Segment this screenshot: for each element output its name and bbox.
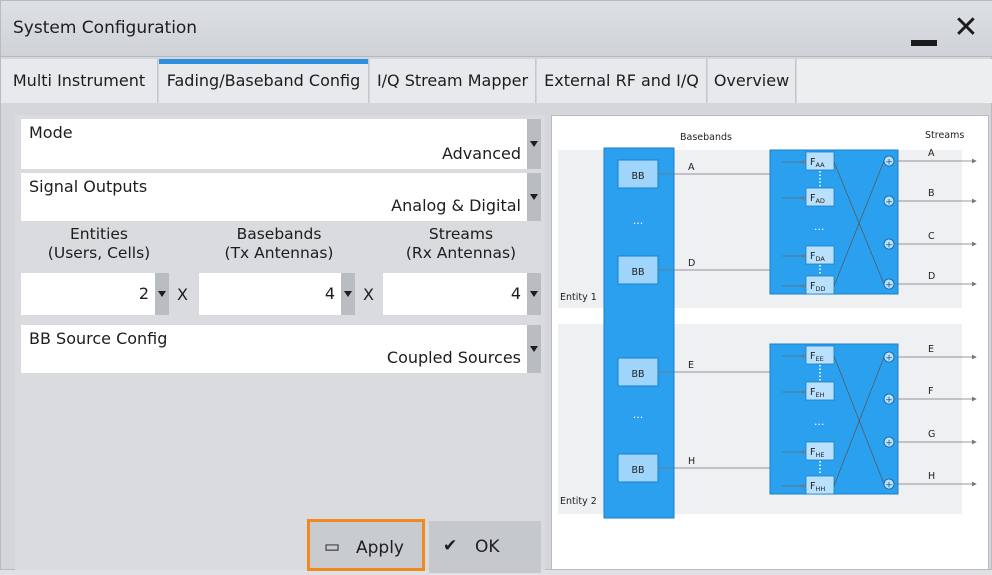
baseband-block-h-label: BB xyxy=(631,465,644,476)
minimize-button[interactable] xyxy=(907,13,941,47)
entity2-baseband-ellipsis: ... xyxy=(633,408,644,421)
entities-value: 2 xyxy=(138,284,149,303)
tab-iq-stream-mapper[interactable]: I/Q Stream Mapper xyxy=(370,59,536,103)
close-button[interactable]: ✕ xyxy=(949,11,983,45)
streams-sublabel: (Rx Antennas) xyxy=(405,244,517,262)
signal-outputs-select[interactable]: Signal Outputs Analog & Digital xyxy=(21,173,527,221)
entity1-stream-label-c: C xyxy=(928,231,935,242)
basebands-label: Basebands xyxy=(236,225,322,243)
entities-dropdown-button[interactable] xyxy=(155,273,169,315)
tab-bar-filler xyxy=(797,59,992,103)
mode-label: Mode xyxy=(29,123,73,142)
entity1-label: Entity 1 xyxy=(560,292,597,303)
streams-label: Streams xyxy=(428,225,494,243)
entity2-bb-label-e: E xyxy=(688,360,694,371)
entity1-stream-label-a: A xyxy=(928,148,935,159)
entity2-summer-sign-g: + xyxy=(885,439,893,449)
bb-source-config-select[interactable]: BB Source Config Coupled Sources xyxy=(21,325,527,373)
entity1-summer-sign-b: + xyxy=(885,198,893,208)
entity1-bb-label-a: A xyxy=(688,162,695,173)
mode-select[interactable]: Mode Advanced xyxy=(21,119,527,169)
entity2-fader-ellipsis: ... xyxy=(814,415,825,428)
tab-multi-instrument[interactable]: Multi Instrument xyxy=(1,59,158,103)
entities-label: Entities xyxy=(70,225,128,243)
streams-dropdown-button[interactable] xyxy=(527,273,541,315)
entities-field[interactable]: 2 xyxy=(21,273,155,315)
system-configuration-dialog: System Configuration ✕ Multi Instrument … xyxy=(0,0,992,573)
entity2-summer-sign-h: + xyxy=(885,481,893,491)
basebands-header-label: Basebands xyxy=(680,132,732,143)
entity1-summer-sign-d: + xyxy=(885,281,893,291)
tab-external-rf-and-iq[interactable]: External RF and I/Q xyxy=(537,59,707,103)
entity2-summer-sign-e: + xyxy=(885,354,893,364)
entity1-summer-sign-a: + xyxy=(885,158,893,168)
bb-source-config-dropdown-button[interactable] xyxy=(527,325,541,373)
baseband-block-d-label: BB xyxy=(631,267,644,278)
streams-field[interactable]: 4 xyxy=(383,273,527,315)
basebands-field[interactable]: 4 xyxy=(199,273,341,315)
mode-dropdown-button[interactable] xyxy=(527,119,541,169)
streams-value: 4 xyxy=(510,284,521,303)
close-icon: ✕ xyxy=(953,10,979,45)
basebands-dropdown-button[interactable] xyxy=(341,273,355,315)
signal-outputs-dropdown-button[interactable] xyxy=(527,173,541,221)
streams-header: Streams (Rx Antennas) xyxy=(383,225,539,263)
basebands-sublabel: (Tx Antennas) xyxy=(224,244,334,262)
tab-fading-baseband-config[interactable]: Fading/Baseband Config xyxy=(159,59,369,103)
apply-button[interactable]: ▭ Apply xyxy=(307,519,425,571)
signal-outputs-value: Analog & Digital xyxy=(391,196,521,215)
tab-overview[interactable]: Overview xyxy=(708,59,796,103)
entity1-fader-ellipsis: ... xyxy=(814,220,825,233)
baseband-block-e-label: BB xyxy=(631,369,644,380)
entity2-label: Entity 2 xyxy=(560,496,597,507)
title-bar: System Configuration ✕ xyxy=(1,1,992,57)
multiply-label-1: X xyxy=(177,285,188,304)
basebands-header: Basebands (Tx Antennas) xyxy=(201,225,357,263)
fading-configuration-diagram: Basebands Streams BB ... BB BB ... BB En… xyxy=(558,130,977,519)
dialog-title: System Configuration xyxy=(13,18,198,38)
ok-button[interactable]: ✔ OK xyxy=(429,521,541,573)
bb-source-config-label: BB Source Config xyxy=(29,329,168,348)
entity1-stream-label-d: D xyxy=(928,271,935,282)
entity2-stream-label-g: G xyxy=(928,429,935,440)
entity1-bb-label-d: D xyxy=(688,258,695,269)
entities-sublabel: (Users, Cells) xyxy=(47,244,151,262)
baseband-block-a-label: BB xyxy=(631,171,644,182)
entity1-baseband-ellipsis: ... xyxy=(633,214,644,227)
multiply-label-2: X xyxy=(363,285,374,304)
entity2-stream-label-f: F xyxy=(928,386,933,397)
entity2-summer-sign-f: + xyxy=(885,396,893,406)
entity1-summer-sign-c: + xyxy=(885,241,893,251)
entity2-bb-label-h: H xyxy=(688,456,695,467)
entity1-fader-matrix xyxy=(769,149,899,295)
checkmark-icon: ✔ xyxy=(443,536,458,556)
basebands-value: 4 xyxy=(324,284,335,303)
settings-panel: Mode Advanced Signal Outputs Analog & Di… xyxy=(15,115,545,573)
streams-header-label: Streams xyxy=(925,130,964,141)
entity2-stream-label-h: H xyxy=(928,471,935,482)
entity2-stream-label-e: E xyxy=(928,344,934,355)
mode-value: Advanced xyxy=(441,144,521,163)
entity1-stream-label-b: B xyxy=(928,188,935,199)
minimize-icon xyxy=(911,40,937,46)
apply-icon: ▭ xyxy=(324,537,341,557)
tab-bar: Multi Instrument Fading/Baseband Config … xyxy=(1,59,992,103)
signal-outputs-label: Signal Outputs xyxy=(29,177,148,196)
entities-header: Entities (Users, Cells) xyxy=(21,225,177,263)
configuration-diagram-panel: Basebands Streams BB ... BB BB ... BB En… xyxy=(551,115,989,570)
bb-source-config-value: Coupled Sources xyxy=(386,348,521,367)
